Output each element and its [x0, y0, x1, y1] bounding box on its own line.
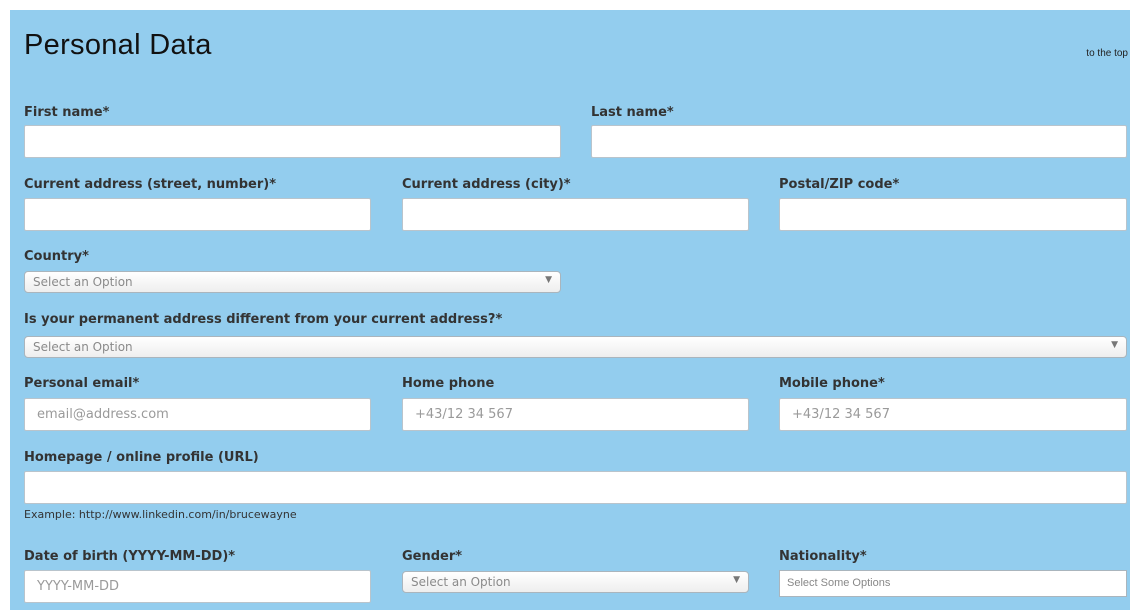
nationality-label: Nationality* — [779, 549, 867, 564]
country-select[interactable]: Select an Option ▼ — [24, 271, 561, 293]
home-phone-label: Home phone — [402, 376, 495, 391]
to-top-link[interactable]: to the top — [1086, 48, 1128, 59]
last-name-label: Last name* — [591, 105, 674, 120]
gender-select-value: Select an Option — [411, 575, 511, 589]
chevron-down-icon: ▼ — [545, 275, 552, 285]
city-label: Current address (city)* — [402, 177, 571, 192]
permanent-address-select[interactable]: Select an Option ▼ — [24, 336, 1127, 358]
nationality-multiselect[interactable]: Select Some Options — [779, 570, 1127, 597]
homepage-input[interactable] — [24, 471, 1127, 504]
mobile-phone-input[interactable] — [779, 398, 1127, 431]
country-label: Country* — [24, 249, 89, 264]
homepage-hint: Example: http://www.linkedin.com/in/bruc… — [24, 508, 297, 521]
street-input[interactable] — [24, 198, 371, 231]
permanent-address-label: Is your permanent address different from… — [24, 312, 503, 327]
dob-input[interactable] — [24, 570, 371, 603]
first-name-input[interactable] — [24, 125, 561, 158]
street-label: Current address (street, number)* — [24, 177, 276, 192]
country-select-value: Select an Option — [33, 275, 133, 289]
permanent-address-select-value: Select an Option — [33, 340, 133, 354]
personal-data-section: Personal Data to the top First name* Las… — [10, 10, 1130, 610]
nationality-placeholder: Select Some Options — [787, 577, 891, 589]
first-name-label: First name* — [24, 105, 110, 120]
email-input[interactable] — [24, 398, 371, 431]
chevron-down-icon: ▼ — [1111, 340, 1118, 350]
gender-select[interactable]: Select an Option ▼ — [402, 571, 749, 593]
chevron-down-icon: ▼ — [733, 575, 740, 585]
dob-label: Date of birth (YYYY-MM-DD)* — [24, 549, 236, 564]
zip-input[interactable] — [779, 198, 1127, 231]
mobile-phone-label: Mobile phone* — [779, 376, 885, 391]
home-phone-input[interactable] — [402, 398, 749, 431]
email-label: Personal email* — [24, 376, 140, 391]
zip-label: Postal/ZIP code* — [779, 177, 900, 192]
last-name-input[interactable] — [591, 125, 1127, 158]
gender-label: Gender* — [402, 549, 463, 564]
homepage-label: Homepage / online profile (URL) — [24, 450, 259, 465]
city-input[interactable] — [402, 198, 749, 231]
section-title: Personal Data — [24, 29, 212, 61]
